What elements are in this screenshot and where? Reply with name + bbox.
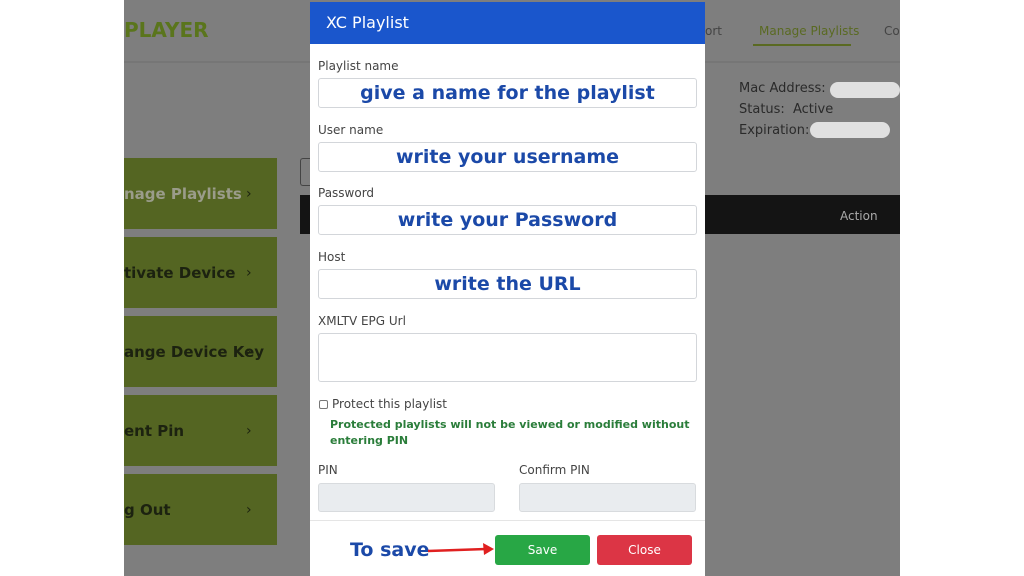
pin-label: PIN xyxy=(318,463,338,477)
chevron-right-icon: › xyxy=(246,264,252,281)
password-label: Password xyxy=(318,186,375,200)
close-button[interactable]: Close xyxy=(597,535,692,565)
nav-item-contact[interactable]: Co xyxy=(884,24,900,38)
host-label: Host xyxy=(318,250,346,264)
sidebar-item-log-out[interactable]: g Out › xyxy=(124,474,277,545)
modal-footer-divider xyxy=(310,520,705,521)
sidebar-item-label: ent Pin xyxy=(124,421,185,440)
sidebar-item-parent-pin[interactable]: ent Pin › xyxy=(124,395,277,466)
playlist-name-label: Playlist name xyxy=(318,59,399,73)
protect-checkbox[interactable] xyxy=(319,400,328,409)
status-label: Status: xyxy=(739,102,785,117)
chevron-right-icon: › xyxy=(246,501,252,518)
chevron-right-icon: › xyxy=(246,343,252,360)
playlist-name-input[interactable]: give a name for the playlist xyxy=(318,78,697,108)
expiration-redacted xyxy=(810,122,890,138)
expiration-label: Expiration: xyxy=(739,123,810,138)
epg-url-label: XMLTV EPG Url xyxy=(318,314,406,328)
sidebar-item-label: nage Playlists xyxy=(124,184,242,203)
chevron-right-icon: › xyxy=(246,422,252,439)
save-annotation: To save xyxy=(350,539,430,561)
nav-item-support[interactable]: ort xyxy=(705,24,722,38)
chevron-right-icon: › xyxy=(246,185,252,202)
confirm-pin-input[interactable] xyxy=(519,483,696,512)
status-value: Active xyxy=(793,102,834,117)
confirm-pin-label: Confirm PIN xyxy=(519,463,590,477)
sidebar-item-label: tivate Device xyxy=(124,263,236,282)
nav-item-manage-playlists[interactable]: Manage Playlists xyxy=(759,24,859,38)
sidebar-item-activate-device[interactable]: tivate Device › xyxy=(124,237,277,308)
xc-playlist-modal: XC Playlist Playlist name give a name fo… xyxy=(310,2,705,576)
username-label: User name xyxy=(318,123,384,137)
protect-note: Protected playlists will not be viewed o… xyxy=(330,418,690,447)
username-input[interactable]: write your username xyxy=(318,142,697,172)
pin-input[interactable] xyxy=(318,483,495,512)
sidebar-item-label: ange Device Key xyxy=(124,342,265,361)
sidebar-item-manage-playlists[interactable]: nage Playlists › xyxy=(124,158,277,229)
table-header-action: Action xyxy=(840,209,878,223)
password-input[interactable]: write your Password xyxy=(318,205,697,235)
host-input[interactable]: write the URL xyxy=(318,269,697,299)
epg-url-textarea[interactable] xyxy=(318,333,697,382)
mac-address-label: Mac Address: xyxy=(739,81,826,96)
sidebar-item-change-device-key[interactable]: ange Device Key › xyxy=(124,316,277,387)
sidebar-item-label: g Out xyxy=(124,500,171,519)
mac-address-redacted xyxy=(830,82,900,98)
app-logo: PLAYER xyxy=(124,18,209,42)
protect-label[interactable]: Protect this playlist xyxy=(332,397,447,411)
arrow-right-icon xyxy=(427,543,494,555)
save-button[interactable]: Save xyxy=(495,535,590,565)
nav-active-underline xyxy=(753,44,851,46)
modal-title: XC Playlist xyxy=(310,2,705,44)
